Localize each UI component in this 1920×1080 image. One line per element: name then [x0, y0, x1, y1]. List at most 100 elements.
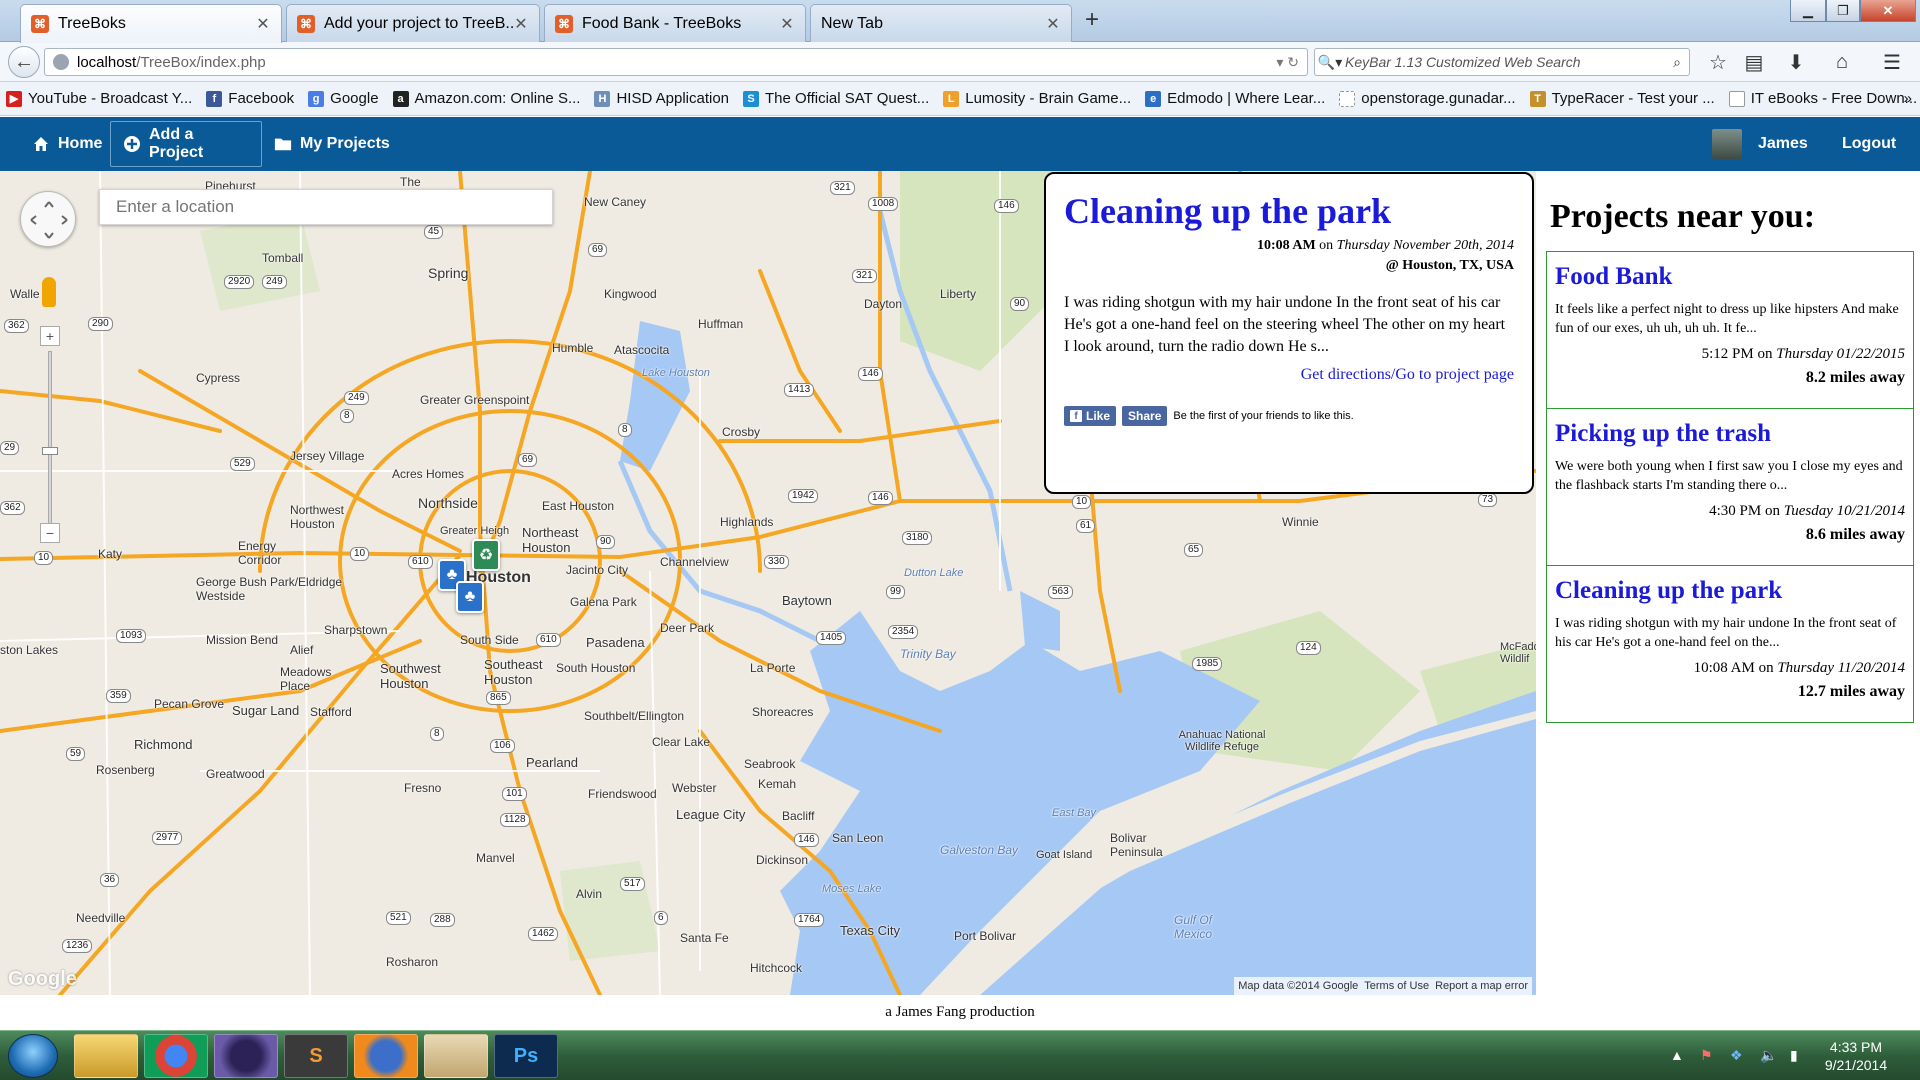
nav-home[interactable]: Home [20, 121, 114, 167]
zoom-slider-track[interactable] [48, 351, 52, 531]
bookmark-lumosity[interactable]: L Lumosity - Brain Game... [943, 90, 1131, 107]
bookmark-hisd[interactable]: H HISD Application [594, 90, 729, 107]
project-title-link[interactable]: Picking up the trash [1555, 419, 1905, 449]
tab-add-project[interactable]: ⌘ Add your project to TreeB... ✕ [286, 4, 540, 42]
bookmark-star-icon[interactable]: ☆ [1706, 50, 1730, 74]
tab-close-icon[interactable]: ✕ [513, 14, 529, 34]
fb-share-button[interactable]: Share [1122, 406, 1168, 426]
map-label: Kingwood [604, 287, 657, 301]
map-terms-link[interactable]: Terms of Use [1364, 980, 1429, 992]
new-tab-button[interactable]: + [1078, 6, 1106, 34]
project-distance: 12.7 miles away [1797, 683, 1905, 700]
bookmark-it-ebooks[interactable]: IT eBooks - Free Down... [1728, 90, 1917, 107]
map-label: The [400, 175, 421, 189]
back-button[interactable]: ← [8, 46, 40, 78]
tab-close-icon[interactable]: ✕ [779, 14, 795, 34]
bookmark-google[interactable]: g Google [308, 90, 379, 107]
bookmark-edmodo[interactable]: e Edmodo | Where Lear... [1145, 90, 1325, 107]
highway-shield: 362 [0, 501, 25, 515]
map-label: Shoreacres [752, 705, 814, 719]
bookmark-label: TypeRacer - Test your ... [1551, 90, 1715, 107]
nav-my-projects[interactable]: My Projects [262, 121, 402, 167]
bookmark-label: The Official SAT Quest... [765, 90, 930, 107]
system-clock[interactable]: 4:33 PM 9/21/2014 [1806, 1038, 1906, 1074]
sublime-icon[interactable]: S [284, 1034, 348, 1078]
bookmark-youtube[interactable]: ▶ YouTube - Broadcast Y... [6, 90, 192, 107]
zoom-slider-handle[interactable] [42, 447, 58, 455]
show-hidden-icons-icon[interactable]: ▲ [1670, 1047, 1684, 1063]
highway-shield: 3180 [902, 531, 933, 545]
highway-shield: 10 [350, 547, 370, 561]
home-icon[interactable]: ⌂ [1830, 50, 1854, 74]
bookmark-sat[interactable]: S The Official SAT Quest... [743, 90, 929, 107]
map-label: Northside [418, 495, 478, 511]
fb-like-button[interactable]: f Like [1064, 406, 1117, 426]
tab-close-icon[interactable]: ✕ [255, 14, 271, 34]
map-label: Crosby [722, 425, 761, 439]
facebook-icon: f [206, 90, 223, 107]
map-label: East Houston [542, 499, 615, 513]
bookmarks-menu-icon[interactable]: ▤ [1742, 50, 1766, 74]
url-host: localhost [77, 53, 137, 71]
lumosity-icon: L [943, 90, 960, 107]
map-pan-control[interactable] [20, 191, 76, 247]
user-avatar[interactable] [1712, 129, 1742, 159]
bookmark-openstorage[interactable]: openstorage.gunadar... [1339, 90, 1516, 107]
project-card[interactable]: Food Bank It feels like a perfect night … [1546, 251, 1914, 409]
paint-icon[interactable] [424, 1034, 488, 1078]
zoom-in-button[interactable]: + [40, 326, 60, 346]
tab-close-icon[interactable]: ✕ [1045, 14, 1061, 34]
project-title-link[interactable]: Cleaning up the park [1555, 576, 1905, 606]
project-card[interactable]: Cleaning up the park I was riding shotgu… [1546, 565, 1914, 723]
tab-food-bank[interactable]: ⌘ Food Bank - TreeBoks ✕ [544, 4, 806, 42]
bookmark-facebook[interactable]: f Facebook [206, 90, 294, 107]
chrome-icon[interactable] [144, 1034, 208, 1078]
dropbox-icon[interactable]: ❖ [1730, 1047, 1743, 1064]
downloads-icon[interactable]: ⬇ [1784, 50, 1808, 74]
project-card[interactable]: Picking up the trash We were both young … [1546, 408, 1914, 566]
info-date: Thursday November 20th, 2014 [1336, 238, 1514, 253]
bookmarks-overflow-icon[interactable]: » [1904, 90, 1912, 107]
photoshop-icon[interactable]: Ps [494, 1034, 558, 1078]
project-marker-recycle-icon[interactable]: ♻ [472, 539, 500, 571]
minimize-window-icon[interactable]: ▁ [1790, 0, 1826, 22]
folder-icon[interactable] [74, 1034, 138, 1078]
project-marker-tree-icon[interactable]: ♣ [456, 581, 484, 613]
bookmark-typeracer[interactable]: T TypeRacer - Test your ... [1529, 90, 1715, 107]
search-engine-icon[interactable]: 🔍▾ [1315, 54, 1345, 71]
map-report-link[interactable]: Report a map error [1435, 980, 1528, 992]
street-view-pegman-icon[interactable] [42, 277, 56, 307]
highway-shield: 146 [868, 491, 893, 505]
zoom-out-button[interactable]: − [40, 523, 60, 543]
firefox-icon[interactable] [354, 1034, 418, 1078]
reload-icon[interactable]: ▾ ↻ [1276, 54, 1299, 71]
search-go-icon[interactable]: ⌕ [1673, 54, 1681, 71]
location-search-input[interactable] [99, 189, 553, 225]
volume-icon[interactable]: 🔈 [1760, 1047, 1777, 1064]
start-button[interactable] [8, 1034, 58, 1078]
project-title-link[interactable]: Food Bank [1555, 262, 1905, 292]
nav-add-project[interactable]: Add a Project [110, 121, 262, 167]
bookmark-amazon[interactable]: a Amazon.com: Online S... [392, 90, 580, 107]
map-label: Deer Park [660, 621, 715, 635]
tab-label: New Tab [821, 14, 883, 32]
tab-treeboks[interactable]: ⌘ TreeBoks ✕ [20, 4, 282, 43]
directions-link[interactable]: Get directions/Go to project page [1064, 366, 1514, 384]
web-search-box[interactable]: 🔍▾ KeyBar 1.13 Customized Web Search ⌕ [1314, 48, 1690, 76]
nav-logout[interactable]: Logout [1830, 121, 1908, 167]
highway-shield: 1236 [62, 939, 93, 953]
network-icon[interactable]: ▮ [1790, 1047, 1798, 1064]
action-center-icon[interactable]: ⚑ [1700, 1047, 1713, 1064]
highway-shield: 517 [620, 877, 645, 891]
map-label: Clear Lake [652, 735, 711, 749]
nav-user[interactable]: James [1746, 121, 1820, 167]
maximize-window-icon[interactable]: ❐ [1826, 0, 1860, 22]
project-date: Thursday 01/22/2015 [1776, 346, 1905, 362]
menu-icon[interactable]: ☰ [1880, 50, 1904, 74]
map-attribution: Map data ©2014 Google Terms of Use Repor… [1234, 977, 1532, 995]
close-window-icon[interactable]: ✕ [1860, 0, 1916, 22]
tab-new-tab[interactable]: New Tab ✕ [810, 4, 1072, 42]
highway-shield: 146 [794, 833, 819, 847]
eclipse-icon[interactable] [214, 1034, 278, 1078]
url-bar[interactable]: localhost/TreeBox/index.php ▾ ↻ [44, 48, 1308, 76]
